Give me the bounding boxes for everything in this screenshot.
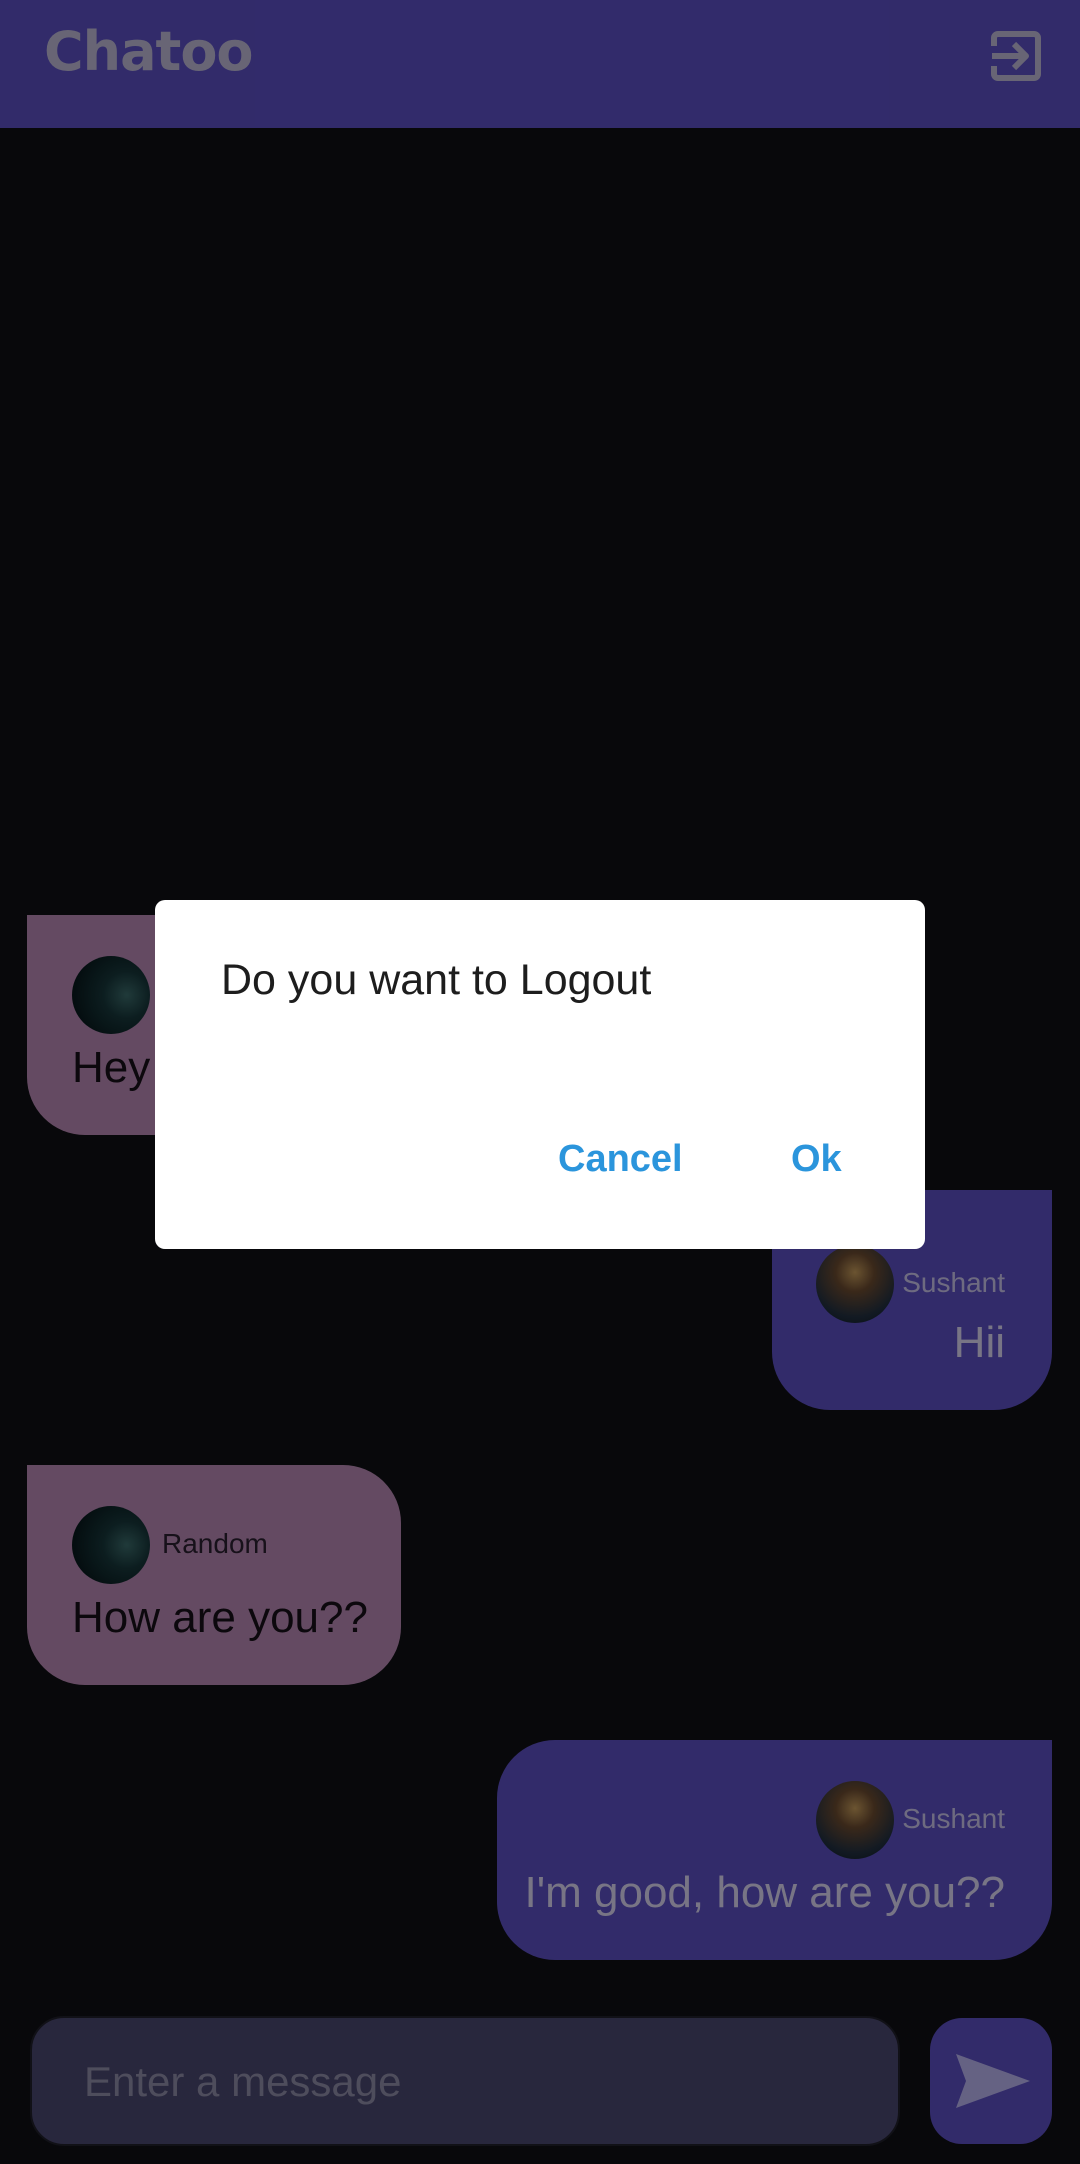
logout-dialog: Do you want to Logout Cancel Ok <box>155 900 925 1249</box>
dialog-title: Do you want to Logout <box>221 956 652 1004</box>
ok-button[interactable]: Ok <box>791 1138 842 1181</box>
cancel-button[interactable]: Cancel <box>558 1138 683 1181</box>
